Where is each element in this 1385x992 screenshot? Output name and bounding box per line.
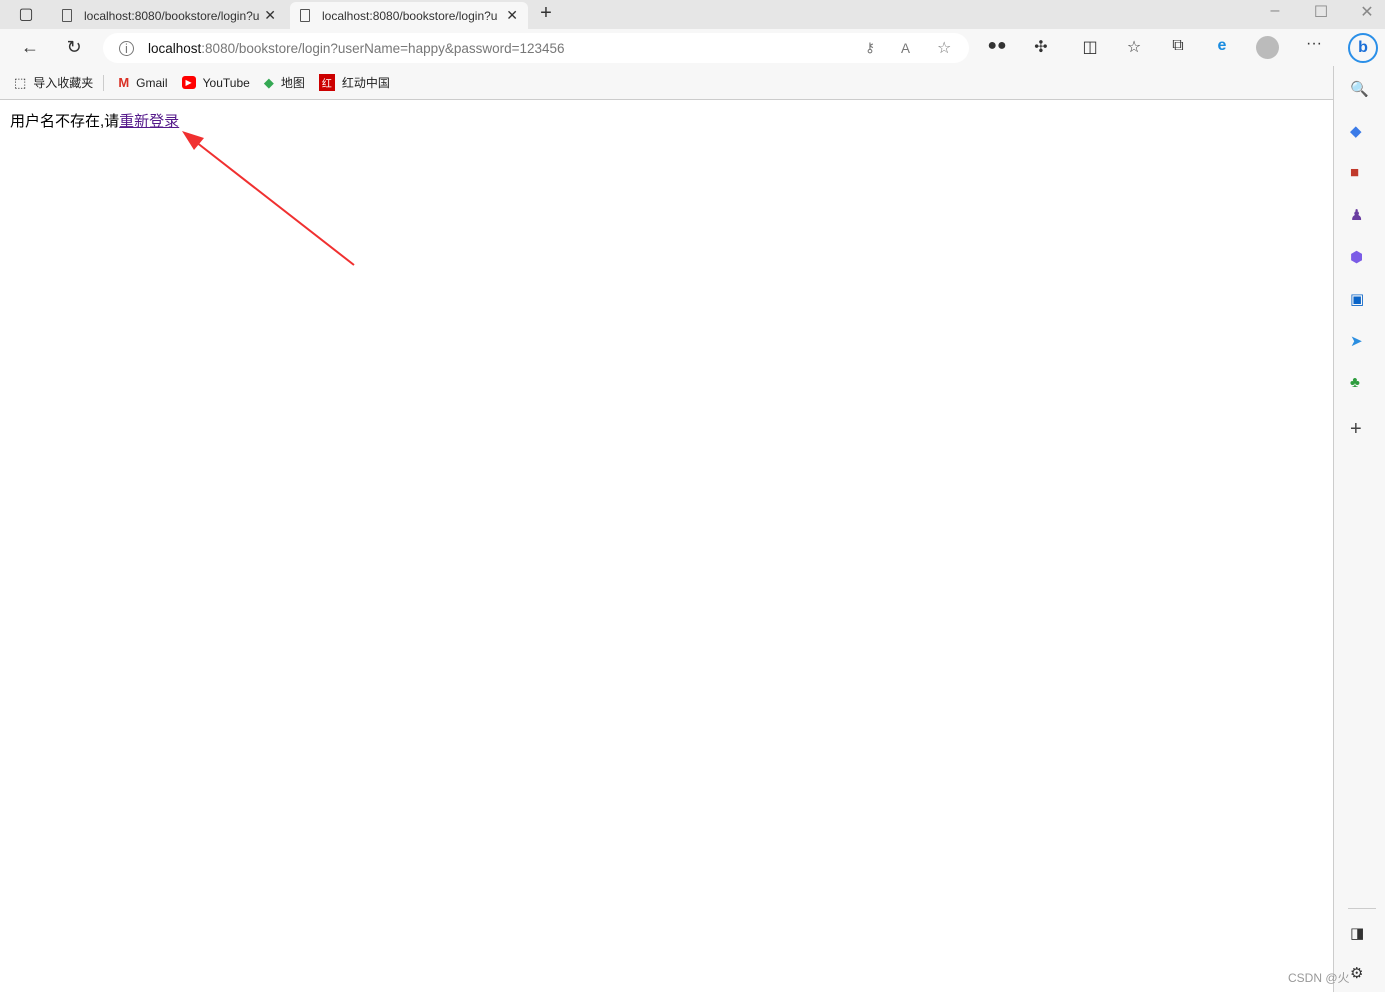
annotation-arrow xyxy=(182,131,355,266)
watermark: CSDN @火 xyxy=(1288,971,1350,985)
